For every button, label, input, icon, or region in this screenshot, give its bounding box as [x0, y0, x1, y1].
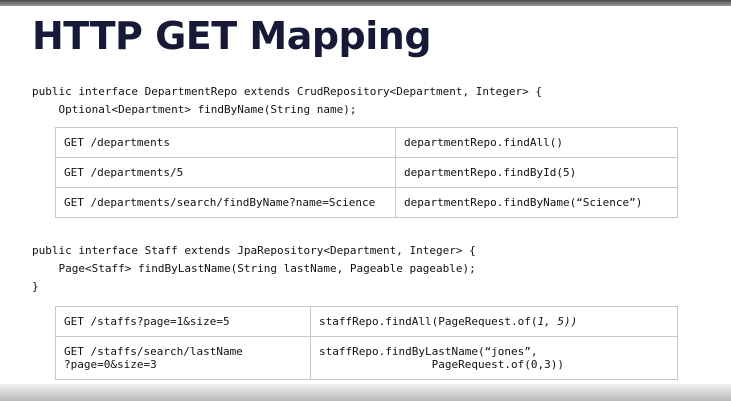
method-line-2: PageRequest.of(0,3)) [319, 358, 565, 371]
department-repo-code: public interface DepartmentRepo extends … [32, 83, 542, 119]
request-cell: GET /staffs?page=1&size=5 [55, 306, 311, 337]
staff-repo-line-3: } [32, 280, 39, 293]
slide-title: HTTP GET Mapping [32, 14, 432, 58]
staff-repo-line-2: Page<Staff> findByLastName(String lastNa… [32, 262, 476, 275]
method-cell: departmentRepo.findAll() [395, 127, 678, 158]
request-cell: GET /departments [55, 127, 396, 158]
request-cell: GET /departments/5 [55, 157, 396, 188]
method-prefix: staffRepo.findAll(PageRequest.of( [319, 315, 538, 328]
method-line-1: staffRepo.findByLastName(“jones”, [319, 345, 538, 358]
staff-repo-line-1: public interface Staff extends JpaReposi… [32, 244, 476, 257]
request-line-2: ?page=0&size=3 [64, 358, 157, 371]
method-cell: departmentRepo.findById(5) [395, 157, 678, 188]
staff-mapping-table: GET /staffs?page=1&size=5 staffRepo.find… [55, 306, 678, 380]
request-line-1: GET /staffs/search/lastName [64, 345, 243, 358]
table-row: GET /staffs?page=1&size=5 staffRepo.find… [55, 306, 678, 337]
method-cell: departmentRepo.findByName(“Science”) [395, 187, 678, 218]
method-cell: staffRepo.findByLastName(“jones”, PageRe… [310, 336, 678, 380]
staff-repo-code: public interface Staff extends JpaReposi… [32, 242, 476, 296]
table-row: GET /departments/5 departmentRepo.findBy… [55, 157, 678, 188]
department-mapping-table: GET /departments departmentRepo.findAll(… [55, 127, 678, 218]
table-row: GET /departments/search/findByName?name=… [55, 187, 678, 218]
department-repo-line-2: Optional<Department> findByName(String n… [32, 103, 357, 116]
method-cell: staffRepo.findAll(PageRequest.of(1, 5)) [310, 306, 678, 337]
table-row: GET /staffs/search/lastName ?page=0&size… [55, 336, 678, 380]
method-args: 1, 5)) [537, 315, 578, 328]
slide: HTTP GET Mapping public interface Depart… [0, 6, 731, 384]
department-repo-line-1: public interface DepartmentRepo extends … [32, 85, 542, 98]
bottom-bar [0, 384, 731, 401]
request-cell: GET /staffs/search/lastName ?page=0&size… [55, 336, 311, 380]
table-row: GET /departments departmentRepo.findAll(… [55, 127, 678, 158]
request-cell: GET /departments/search/findByName?name=… [55, 187, 396, 218]
